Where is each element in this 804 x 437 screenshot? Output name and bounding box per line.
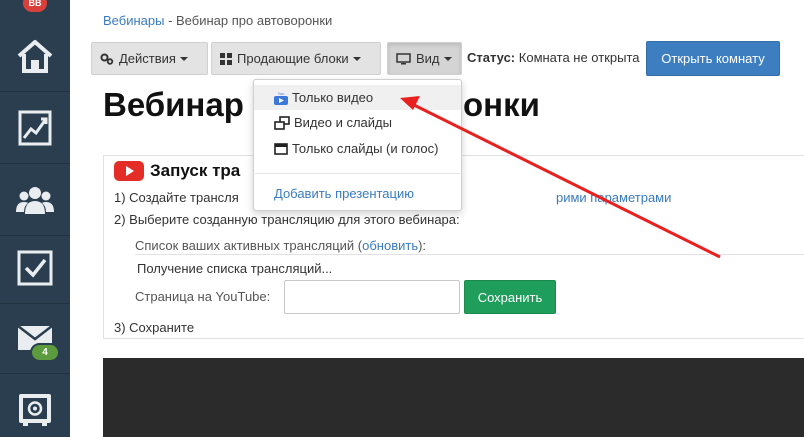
status-label: Статус: (467, 50, 516, 65)
chart-icon (18, 110, 52, 145)
sidebar-item-mail[interactable] (0, 302, 70, 374)
loading-broadcasts: Получение списка трансляций... (137, 261, 333, 276)
sidebar-item-stats[interactable] (0, 92, 70, 164)
page-title-right-text: онки (463, 86, 540, 123)
active-broadcasts-text: Список ваших активных трансляций ( (135, 238, 363, 253)
youtube-page-input[interactable] (284, 280, 460, 314)
add-presentation-link[interactable]: Добавить презентацию (254, 181, 461, 206)
home-icon (17, 39, 53, 73)
active-broadcasts-label: Список ваших активных трансляций (обнови… (135, 238, 426, 253)
menu-item-slides-only-label: Только слайды (и голос) (292, 141, 439, 156)
svg-text:You: You (278, 91, 285, 96)
gears-icon (100, 53, 114, 65)
youtube-icon (114, 161, 144, 181)
chevron-down-icon (179, 56, 188, 61)
breadcrumb: Вебинары - Вебинар про автоворонки (103, 13, 332, 28)
sidebar-top: BB (0, 0, 70, 20)
app-root: BB 4 Вебинары - Вебинар про автоворонки … (0, 0, 804, 437)
step-2: 2) Выберите созданную трансляцию для это… (114, 212, 460, 227)
step-1-text: 1) Создайте трансля (114, 190, 239, 205)
step-1-params-link[interactable]: рими параметрами (556, 190, 671, 205)
mail-count-badge: 4 (30, 343, 60, 362)
status-value: Комната не открыта (518, 50, 640, 65)
menu-item-video-slides-label: Видео и слайды (294, 115, 392, 130)
slides-icon (274, 142, 288, 155)
notification-badge[interactable]: BB (23, 0, 47, 12)
breadcrumb-current: Вебинар про автоворонки (176, 13, 333, 28)
step-3: 3) Сохраните (114, 320, 195, 335)
chevron-down-icon (443, 56, 452, 61)
sidebar-item-users[interactable] (0, 164, 70, 236)
youtube-page-label: Страница на YouTube: (135, 289, 271, 304)
video-slides-icon (274, 115, 290, 130)
refresh-link[interactable]: обновить (362, 238, 418, 253)
menu-item-video-only[interactable]: You Только видео (254, 85, 461, 110)
menu-item-video-only-label: Только видео (292, 90, 374, 105)
sidebar: BB 4 (0, 0, 70, 437)
step-1: 1) Создайте трансля (114, 190, 239, 205)
chevron-down-icon (352, 56, 361, 61)
video-player[interactable] (103, 358, 804, 437)
actions-button-label: Действия (119, 51, 176, 66)
menu-item-video-slides[interactable]: Видео и слайды (254, 110, 461, 135)
selling-blocks-label: Продающие блоки (237, 51, 349, 66)
checkbox-icon (17, 250, 53, 285)
menu-divider (255, 173, 460, 174)
sidebar-item-tasks[interactable] (0, 232, 70, 304)
breadcrumb-separator: - (164, 13, 177, 28)
youtube-small-icon: You (274, 91, 288, 105)
list-divider (135, 254, 804, 255)
safe-icon (19, 393, 51, 426)
sidebar-item-home[interactable] (0, 20, 70, 92)
sidebar-item-safe[interactable] (0, 374, 70, 437)
view-button-label: Вид (416, 51, 440, 66)
broadcast-heading: Запуск тра (114, 161, 240, 181)
broadcast-heading-text: Запуск тра (150, 161, 241, 180)
open-room-button[interactable]: Открыть комнату (646, 41, 780, 76)
selling-blocks-button[interactable]: Продающие блоки (211, 42, 381, 75)
view-button[interactable]: Вид (387, 42, 462, 75)
room-status: Статус: Комната не открыта (467, 50, 640, 65)
menu-item-slides-only[interactable]: Только слайды (и голос) (254, 136, 461, 161)
active-broadcasts-suffix: ): (418, 238, 427, 253)
monitor-icon (396, 52, 411, 64)
view-dropdown-menu: You Только видео Видео и слайды Только с… (253, 79, 462, 211)
actions-button[interactable]: Действия (91, 42, 208, 75)
users-icon (16, 186, 54, 214)
step-1-link-wrap: рими параметрами (556, 190, 671, 205)
breadcrumb-parent-link[interactable]: Вебинары (103, 13, 164, 28)
page-title-left: Вебинар (103, 86, 244, 123)
page-title: Вебинар (103, 86, 244, 124)
page-title-right: онки (463, 86, 540, 124)
save-button[interactable]: Сохранить (464, 280, 556, 314)
grid-icon (220, 52, 232, 65)
